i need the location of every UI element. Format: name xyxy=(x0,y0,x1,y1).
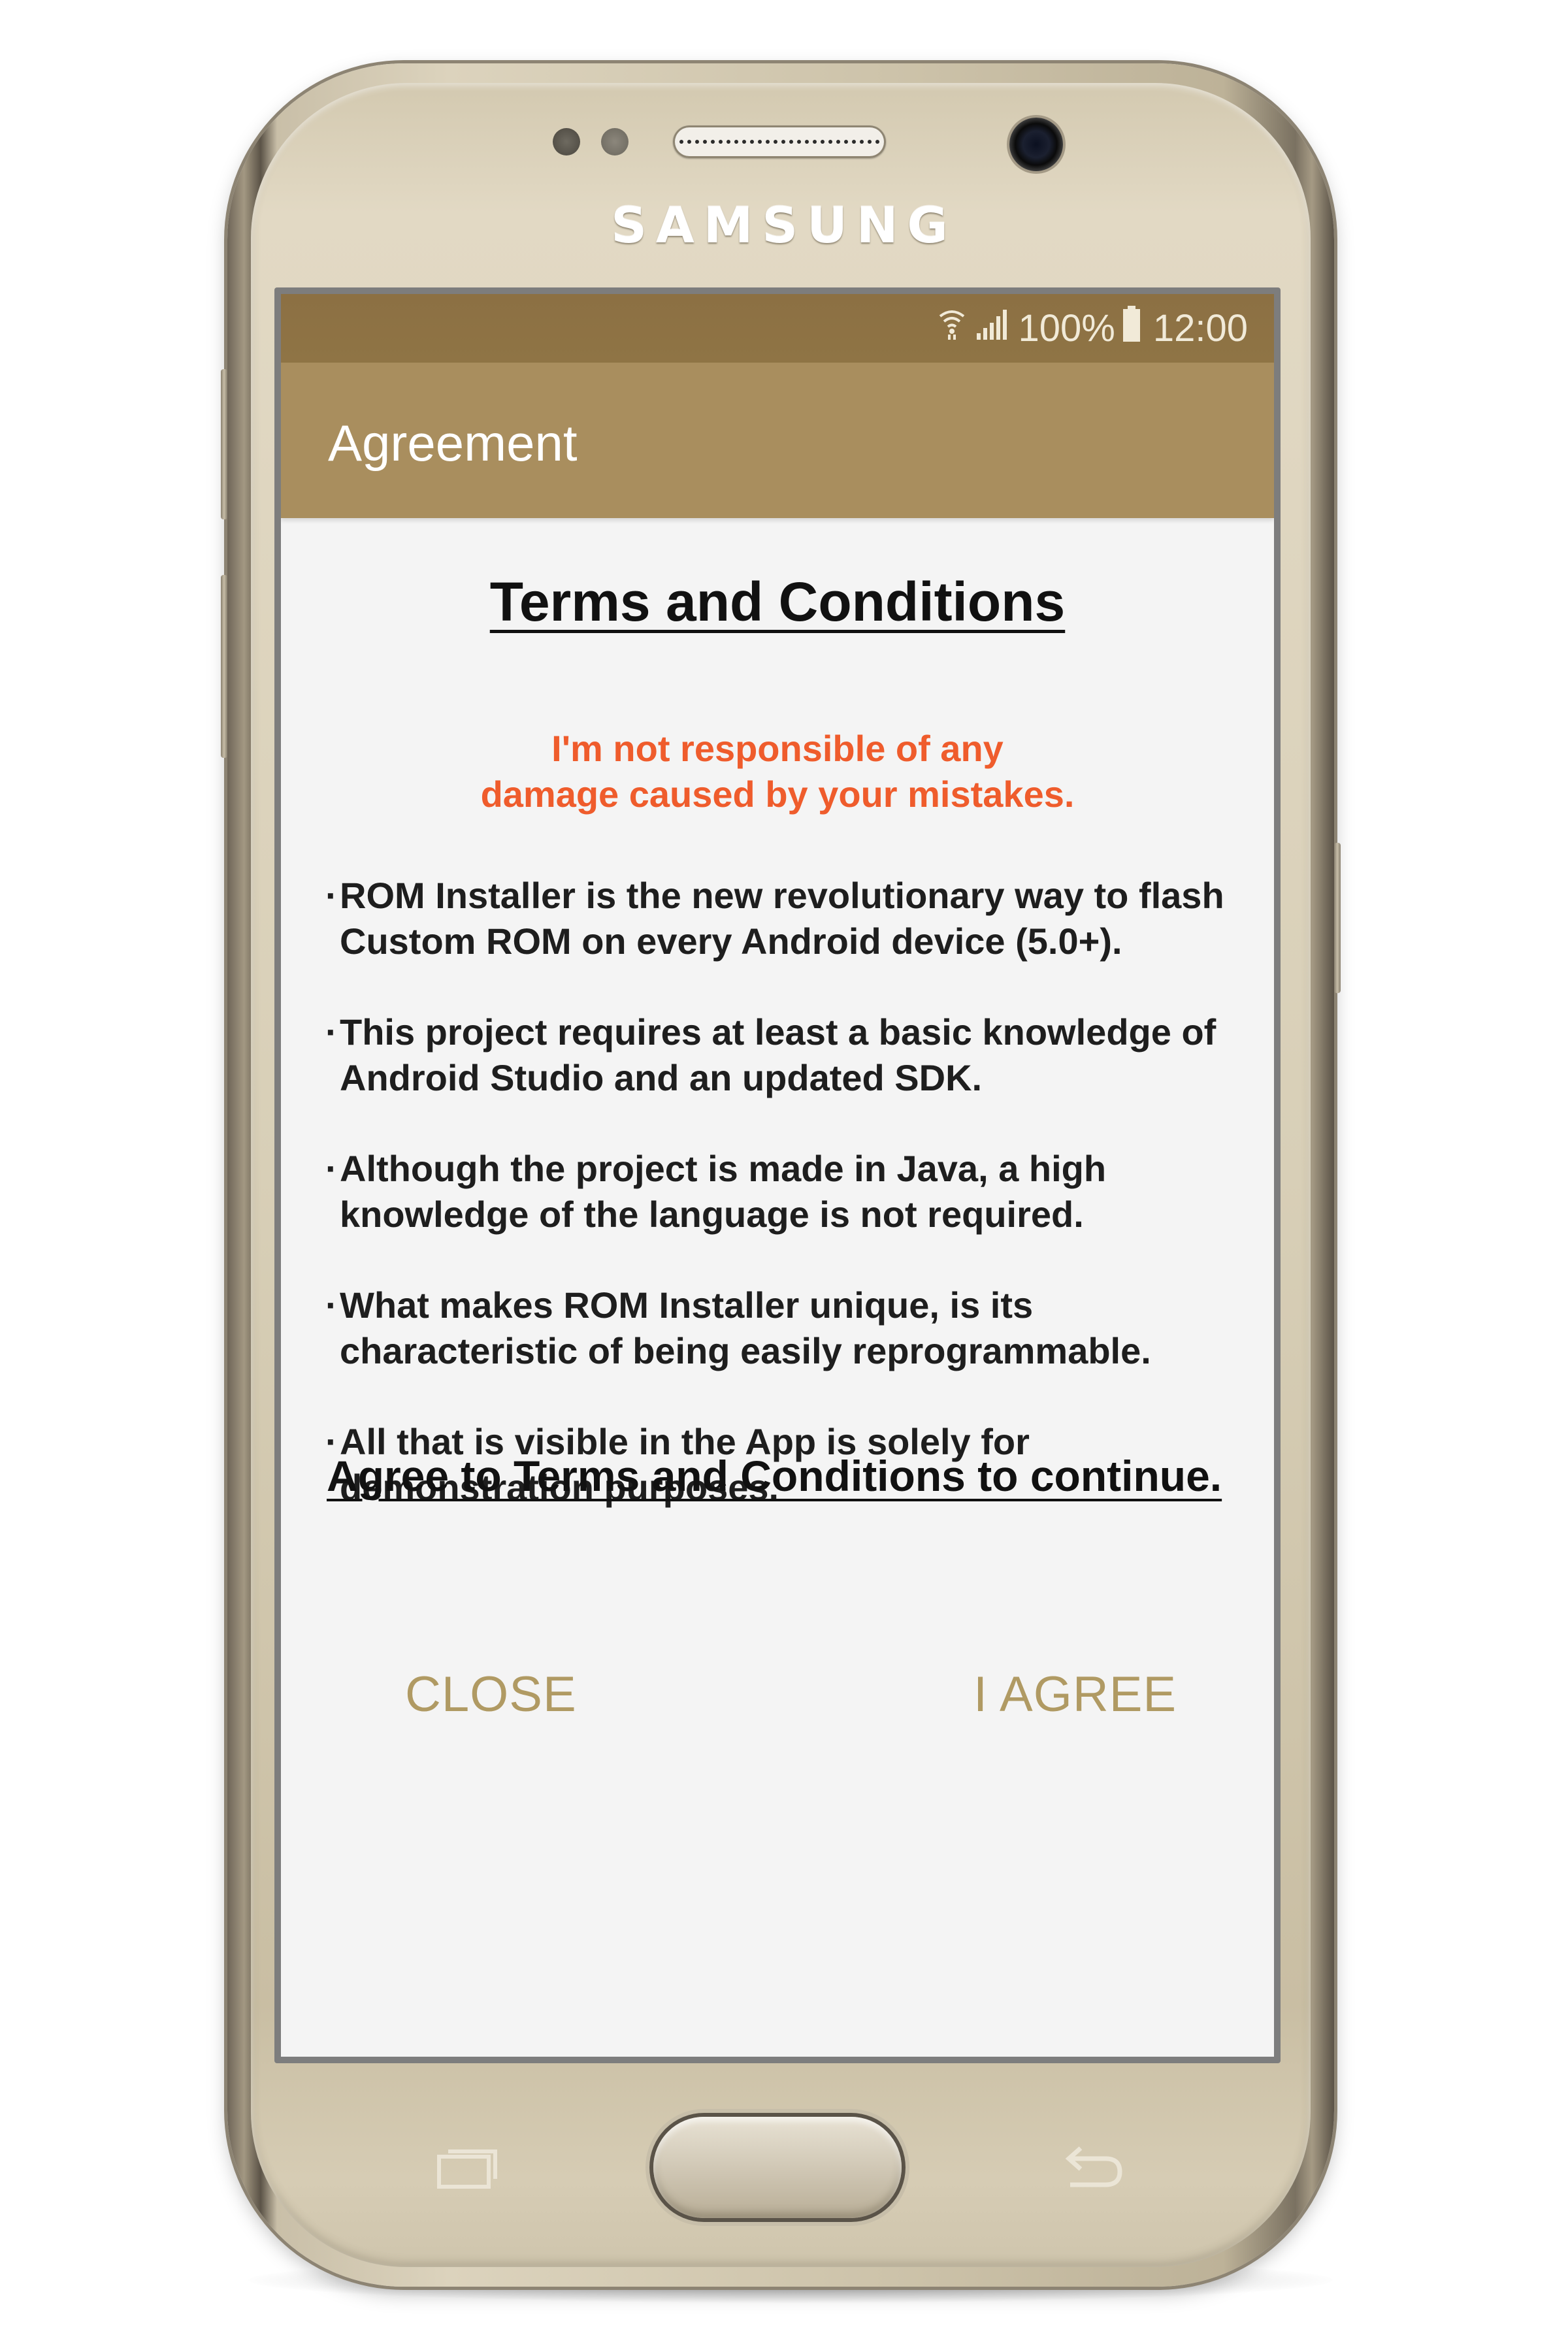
home-button[interactable] xyxy=(653,2117,902,2218)
list-item-line: Although the project is made in Java, a … xyxy=(340,1148,1107,1189)
earpiece-speaker xyxy=(673,125,886,158)
close-button[interactable]: CLOSE xyxy=(405,1666,577,1723)
proximity-sensor xyxy=(553,128,580,155)
list-item-line: Custom ROM on every Android device (5.0+… xyxy=(340,921,1122,962)
screen: 100% 12:00 Agreement Terms and Condition… xyxy=(281,294,1274,2057)
front-camera xyxy=(1009,118,1063,171)
warning-line: damage caused by your mistakes. xyxy=(480,774,1075,815)
back-icon[interactable] xyxy=(1058,2143,1126,2191)
power-button[interactable] xyxy=(1334,843,1341,993)
list-item-line: ROM Installer is the new revolutionary w… xyxy=(340,875,1224,916)
wifi-icon xyxy=(938,306,966,350)
warning-line: I'm not responsible of any xyxy=(551,728,1004,769)
light-sensor xyxy=(601,128,629,155)
list-item-line: Android Studio and an updated SDK. xyxy=(340,1057,983,1098)
status-bar: 100% 12:00 xyxy=(281,294,1274,363)
signal-icon xyxy=(975,306,1009,350)
battery-icon xyxy=(1122,305,1141,351)
bullet-marker: · xyxy=(325,1284,338,1326)
battery-percent: 100% xyxy=(1018,307,1115,350)
list-item-line: characteristic of being easily reprogram… xyxy=(340,1330,1151,1371)
agree-button[interactable]: I AGREE xyxy=(973,1666,1177,1723)
terms-heading: Terms and Conditions xyxy=(489,571,1066,632)
agree-notice: Agree to Terms and Conditions to continu… xyxy=(327,1452,1222,1500)
bullet-marker: · xyxy=(325,1148,338,1189)
list-item-line: This project requires at least a basic k… xyxy=(340,1011,1217,1053)
volume-down-button[interactable] xyxy=(221,575,227,758)
bullet-marker: · xyxy=(325,875,338,916)
list-item-line: What makes ROM Installer unique, is its xyxy=(340,1284,1034,1326)
volume-up-button[interactable] xyxy=(221,369,227,519)
list-item: · What makes ROM Installer unique, is it… xyxy=(325,1282,1240,1374)
app-bar: Agreement xyxy=(281,363,1274,518)
recent-apps-icon[interactable] xyxy=(436,2145,499,2189)
disclaimer-warning: I'm not responsible of any damage caused… xyxy=(281,726,1274,817)
list-item: · ROM Installer is the new revolutionary… xyxy=(325,873,1240,964)
list-item-line: knowledge of the language is not require… xyxy=(340,1194,1084,1235)
app-bar-title: Agreement xyxy=(328,414,578,472)
brand-logo: SAMSUNG xyxy=(611,196,957,254)
list-item: · This project requires at least a basic… xyxy=(325,1009,1240,1101)
list-item: · Although the project is made in Java, … xyxy=(325,1146,1240,1237)
bullet-marker: · xyxy=(325,1011,338,1053)
clock: 12:00 xyxy=(1152,307,1248,350)
